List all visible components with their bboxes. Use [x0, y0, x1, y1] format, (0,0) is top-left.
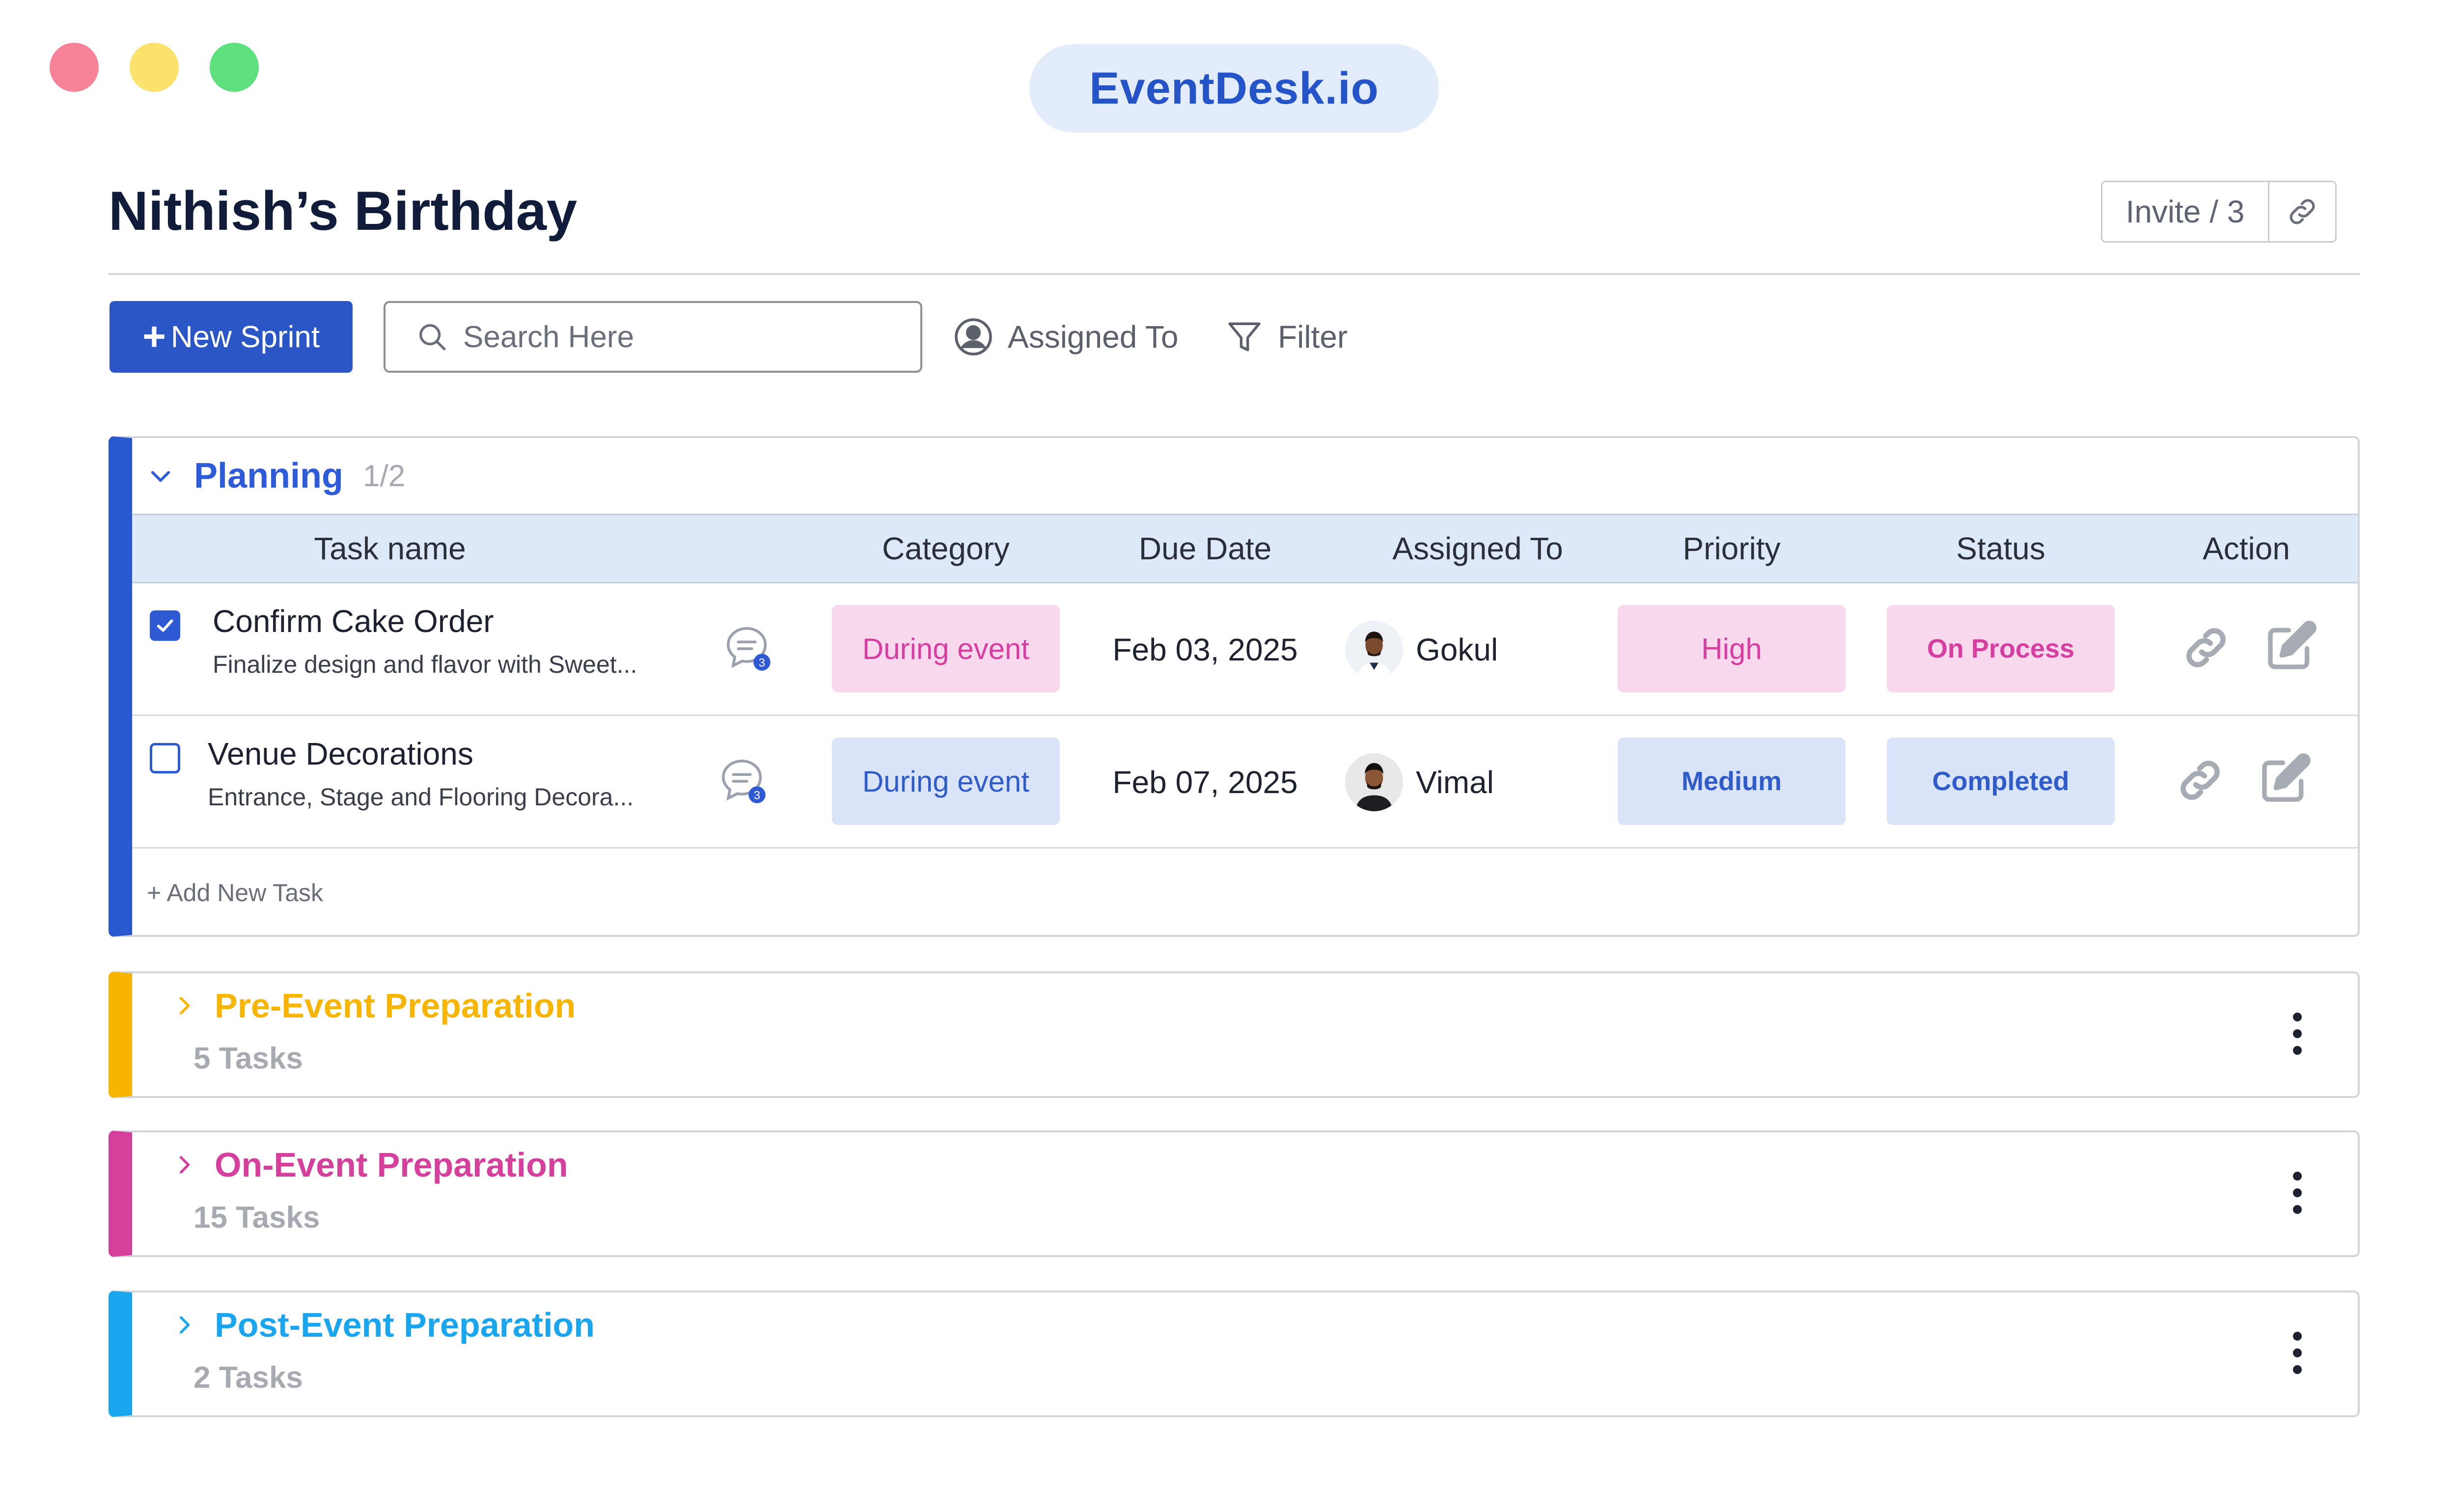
group-title: Post-Event Preparation — [215, 1306, 595, 1344]
col-task-name: Task name — [314, 531, 466, 566]
assigned-to-label: Assigned To — [1008, 319, 1179, 355]
comment-count: 3 — [754, 789, 760, 802]
task-checkbox[interactable] — [150, 610, 180, 641]
edit-button[interactable] — [2258, 751, 2313, 806]
search-input[interactable]: Search Here — [384, 301, 922, 373]
due-date[interactable]: Feb 03, 2025 — [1082, 583, 1328, 716]
col-assigned-to: Assigned To — [1392, 531, 1563, 566]
edit-button[interactable] — [2263, 619, 2318, 674]
group-task-count: 5 Tasks — [193, 1042, 303, 1075]
group-task-count: 2 Tasks — [193, 1361, 303, 1395]
on-event-header[interactable]: On-Event Preparation — [171, 1145, 568, 1184]
link-icon — [2289, 199, 2315, 224]
filter-icon — [1228, 322, 1261, 352]
post-event-header[interactable]: Post-Event Preparation — [171, 1305, 595, 1345]
table-row: Venue Decorations Entrance, Stage and Fl… — [132, 716, 2358, 849]
table-row: Confirm Cake Order Finalize design and f… — [132, 583, 2358, 716]
search-icon — [419, 324, 446, 351]
copy-link-button[interactable] — [2269, 182, 2335, 241]
avatar — [1345, 621, 1403, 679]
edit-icon — [2262, 753, 2311, 802]
comment-icon: 3 — [726, 627, 771, 671]
link-button[interactable] — [2174, 754, 2226, 806]
new-sprint-button[interactable]: + New Sprint — [110, 301, 353, 373]
search-placeholder: Search Here — [463, 320, 634, 354]
chevron-down-icon[interactable] — [147, 462, 174, 490]
assignee-name: Vimal — [1416, 765, 1494, 800]
col-due-date: Due Date — [1138, 531, 1272, 566]
planning-group: Planning 1/2 Task name Category Due Date… — [109, 436, 2360, 937]
link-icon — [2180, 761, 2220, 800]
check-icon — [157, 619, 173, 632]
category-badge[interactable]: During event — [832, 605, 1060, 692]
filter-button[interactable]: Filter — [1225, 314, 1348, 359]
invite-button[interactable]: Invite / 3 — [2102, 182, 2269, 241]
assignee-name: Gokul — [1416, 632, 1498, 667]
edit-icon — [2268, 621, 2317, 669]
priority-badge[interactable]: High — [1618, 605, 1846, 692]
window-minimize-dot[interactable] — [130, 43, 179, 92]
link-button[interactable] — [2180, 622, 2232, 674]
comment-button[interactable]: 3 — [721, 622, 775, 676]
table-header: Task name Category Due Date Assigned To … — [132, 514, 2358, 583]
category-badge[interactable]: During event — [832, 738, 1060, 825]
status-badge[interactable]: Completed — [1887, 738, 2115, 825]
due-date[interactable]: Feb 07, 2025 — [1082, 716, 1328, 849]
window-maximize-dot[interactable] — [210, 43, 259, 92]
more-options-icon[interactable] — [2290, 1172, 2305, 1214]
task-description: Entrance, Stage and Flooring Decora... — [208, 783, 634, 811]
priority-badge[interactable]: Medium — [1618, 738, 1846, 825]
comment-count: 3 — [759, 656, 765, 669]
on-event-group: On-Event Preparation 15 Tasks — [109, 1130, 2360, 1257]
pre-event-group: Pre-Event Preparation 5 Tasks — [109, 971, 2360, 1098]
avatar — [1345, 753, 1403, 811]
more-options-icon[interactable] — [2290, 1013, 2305, 1055]
col-category: Category — [882, 531, 1010, 566]
chevron-right-icon[interactable] — [171, 1312, 197, 1338]
plus-icon: + — [142, 314, 166, 359]
col-action: Action — [2203, 531, 2290, 566]
planning-title: Planning — [194, 456, 343, 495]
invite-group: Invite / 3 — [2101, 181, 2337, 243]
add-task-row: + Add New Task — [132, 849, 2358, 935]
col-status: Status — [1956, 531, 2045, 566]
status-badge[interactable]: On Process — [1887, 605, 2115, 692]
window-close-dot[interactable] — [50, 43, 99, 92]
page-title: Nithish’s Birthday — [109, 180, 578, 242]
task-title[interactable]: Confirm Cake Order — [213, 603, 494, 639]
group-task-count: 15 Tasks — [193, 1201, 320, 1235]
assignee[interactable]: Gokul — [1345, 583, 1498, 716]
brand-label: EventDesk.io — [1089, 63, 1379, 113]
new-sprint-label: New Sprint — [170, 320, 320, 354]
col-priority: Priority — [1683, 531, 1781, 566]
planning-count: 1/2 — [363, 459, 406, 493]
pre-event-header[interactable]: Pre-Event Preparation — [171, 986, 576, 1025]
title-divider — [109, 273, 2360, 275]
user-circle-icon — [955, 318, 992, 356]
task-checkbox[interactable] — [150, 743, 180, 773]
link-icon — [2186, 628, 2226, 667]
filter-label: Filter — [1278, 319, 1348, 355]
brand-badge: EventDesk.io — [1029, 44, 1439, 133]
task-title[interactable]: Venue Decorations — [208, 736, 473, 772]
add-new-task-button[interactable]: + Add New Task — [147, 849, 323, 935]
chevron-right-icon[interactable] — [171, 993, 197, 1018]
task-description: Finalize design and flavor with Sweet... — [213, 651, 637, 678]
chevron-right-icon[interactable] — [171, 1152, 197, 1178]
group-title: Pre-Event Preparation — [215, 987, 576, 1025]
comment-icon: 3 — [721, 759, 766, 803]
post-event-group: Post-Event Preparation 2 Tasks — [109, 1291, 2360, 1417]
person-avatar-icon — [1345, 621, 1403, 679]
assigned-to-button[interactable]: Assigned To — [953, 314, 1179, 359]
comment-button[interactable]: 3 — [717, 754, 771, 808]
more-options-icon[interactable] — [2290, 1332, 2305, 1374]
planning-header[interactable]: Planning 1/2 — [132, 438, 2358, 514]
assignee[interactable]: Vimal — [1345, 716, 1494, 849]
person-avatar-icon — [1345, 753, 1403, 811]
group-title: On-Event Preparation — [215, 1146, 568, 1184]
